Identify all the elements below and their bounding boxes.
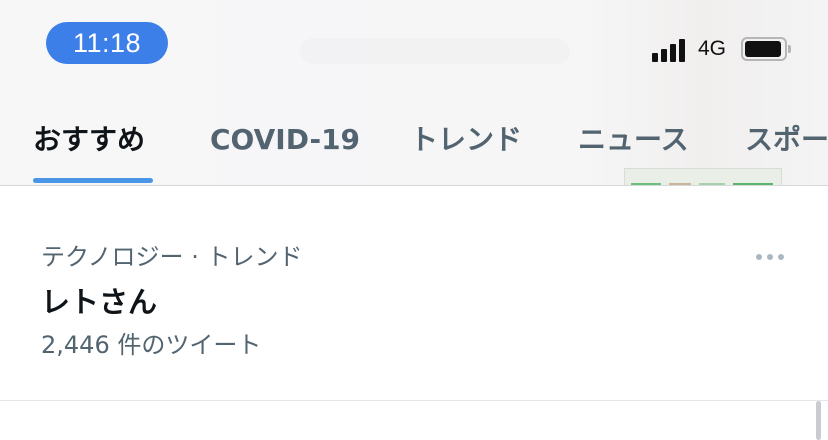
more-options-icon[interactable] bbox=[748, 244, 792, 270]
media-thumbnail[interactable] bbox=[624, 168, 782, 185]
trend-name[interactable]: レトさん bbox=[41, 284, 157, 320]
tab-recommended[interactable]: おすすめ bbox=[33, 120, 145, 160]
list-divider bbox=[0, 400, 828, 401]
tab-covid-19[interactable]: COVID-19 bbox=[210, 120, 360, 160]
trend-context: テクノロジー · トレンド bbox=[41, 243, 303, 271]
tab-news[interactable]: ニュース bbox=[578, 120, 689, 160]
tab-trending[interactable]: トレンド bbox=[410, 120, 522, 160]
network-type: 4G bbox=[698, 37, 727, 60]
search-bar-ghost bbox=[300, 38, 570, 64]
cellular-signal-icon bbox=[652, 36, 692, 62]
battery-icon bbox=[741, 37, 791, 61]
active-tab-indicator bbox=[33, 178, 153, 183]
trend-tweet-count: 2,446 件のツイート bbox=[41, 331, 262, 359]
status-time[interactable]: 11:18 bbox=[46, 22, 168, 64]
trend-item[interactable]: テクノロジー · トレンド レトさん 2,446 件のツイート bbox=[0, 186, 828, 400]
scrollbar[interactable] bbox=[816, 401, 821, 440]
tab-sports[interactable]: スポー bbox=[745, 120, 828, 160]
explore-header: 11:18 4G おすすめ COVID-19 トレンド ニュース スポー bbox=[0, 0, 828, 186]
